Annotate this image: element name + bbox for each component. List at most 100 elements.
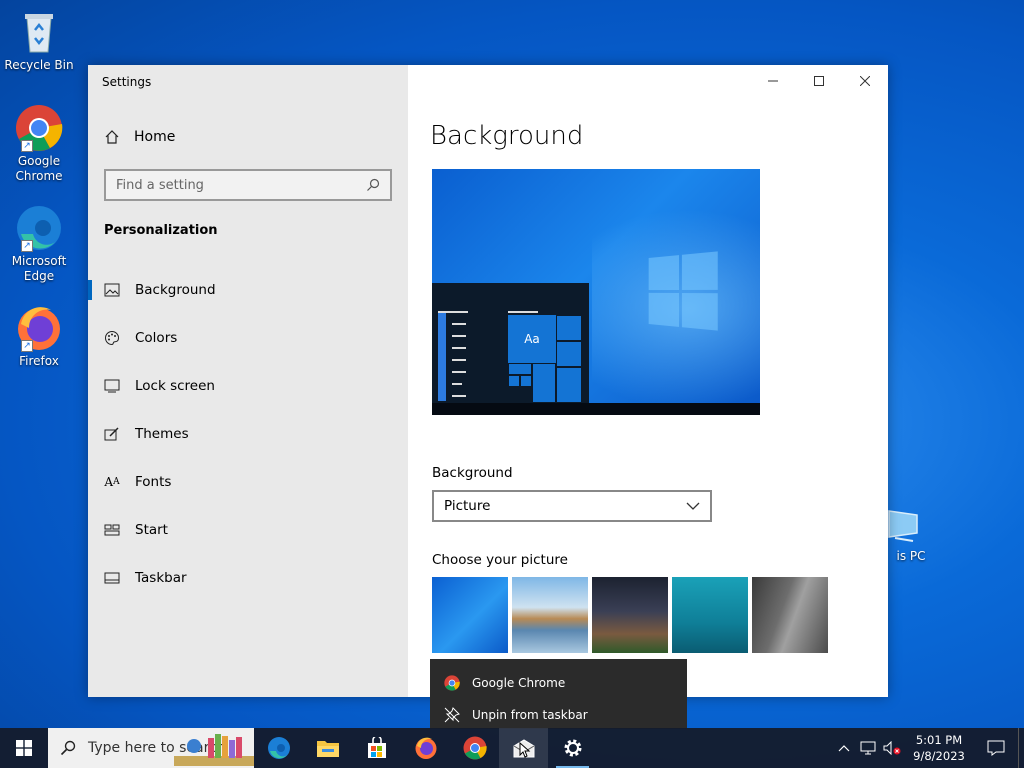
section-title: Personalization: [104, 223, 218, 238]
nav-item-label: Start: [135, 522, 168, 538]
windows-logo-icon: [648, 251, 718, 331]
desktop-icon-label: Firefox: [19, 354, 59, 368]
nav-item-background[interactable]: Background: [88, 266, 408, 314]
clock-date: 9/8/2023: [913, 749, 965, 763]
taskbar-app-file-explorer[interactable]: [303, 728, 352, 768]
show-desktop-button[interactable]: [1018, 728, 1024, 768]
desktop-icon-chrome[interactable]: ↗ Google Chrome: [4, 104, 74, 184]
system-tray: 5:01 PM 9/8/2023: [832, 728, 1024, 768]
minimize-button[interactable]: [750, 65, 796, 97]
find-setting-placeholder: Find a setting: [116, 177, 204, 193]
chrome-icon: [463, 736, 487, 760]
desktop-icon-edge[interactable]: ↗ Microsoft Edge: [4, 204, 74, 284]
taskbar-jump-list: Google Chrome Unpin from taskbar: [430, 659, 687, 729]
start-button[interactable]: [0, 728, 48, 768]
nav-item-label: Background: [135, 282, 216, 298]
search-highlight-books-icon: [174, 732, 254, 766]
desktop-icon-label: Microsoft Edge: [11, 254, 67, 283]
choose-picture-label: Choose your picture: [432, 552, 568, 568]
shortcut-arrow-icon: ↗: [21, 140, 33, 152]
nav-item-label: Fonts: [135, 474, 172, 490]
taskbar-icon: [104, 570, 120, 586]
notifications-button[interactable]: [974, 740, 1018, 756]
fonts-icon: AA: [104, 475, 120, 489]
picture-thumbnail[interactable]: [432, 577, 508, 653]
close-icon: [860, 76, 870, 86]
background-preview: Aa: [432, 169, 760, 415]
background-type-dropdown[interactable]: Picture: [432, 490, 712, 522]
edge-icon: ↗: [15, 204, 63, 252]
taskbar-app-edge[interactable]: [254, 728, 303, 768]
nav-item-fonts[interactable]: AA Fonts: [88, 458, 408, 506]
taskbar-app-chrome[interactable]: [450, 728, 499, 768]
firefox-icon: [415, 737, 436, 759]
taskbar-app-mail[interactable]: [499, 728, 548, 768]
chrome-icon: ↗: [15, 104, 63, 152]
nav-item-start[interactable]: Start: [88, 506, 408, 554]
computer-icon: [883, 505, 923, 545]
jump-list-item-label: Google Chrome: [472, 676, 566, 690]
search-icon: [60, 740, 76, 756]
picture-thumbnail[interactable]: [752, 577, 828, 653]
picture-icon: [104, 282, 120, 298]
jump-list-item-unpin[interactable]: Unpin from taskbar: [430, 699, 687, 731]
preview-tile-text: Aa: [508, 315, 556, 363]
show-hidden-icons-button[interactable]: [832, 744, 856, 752]
desktop-icon-recycle-bin[interactable]: Recycle Bin: [4, 8, 74, 73]
unpin-icon: [444, 707, 460, 723]
find-setting-input[interactable]: Find a setting: [104, 169, 392, 201]
clock-time: 5:01 PM: [915, 733, 963, 747]
themes-icon: [104, 426, 120, 442]
background-type-value: Picture: [444, 498, 491, 514]
jump-list-item-label: Unpin from taskbar: [472, 708, 588, 722]
lock-screen-icon: [104, 378, 120, 394]
volume-muted-icon: [883, 741, 901, 755]
preview-start-menu: Aa: [432, 283, 589, 407]
nav-item-colors[interactable]: Colors: [88, 314, 408, 362]
edge-icon: [267, 737, 290, 759]
notification-icon: [987, 740, 1005, 756]
picture-thumbnail[interactable]: [512, 577, 588, 653]
store-icon: [367, 737, 386, 758]
chrome-icon: [444, 675, 460, 691]
network-button[interactable]: [856, 741, 880, 755]
shortcut-arrow-icon: ↗: [21, 240, 33, 252]
nav-item-themes[interactable]: Themes: [88, 410, 408, 458]
maximize-button[interactable]: [796, 65, 842, 97]
taskbar-app-settings[interactable]: [548, 728, 597, 768]
firefox-icon: ↗: [15, 304, 63, 352]
nav-item-label: Colors: [135, 330, 178, 346]
volume-button[interactable]: [880, 741, 904, 755]
desktop-icon-firefox[interactable]: ↗ Firefox: [4, 304, 74, 369]
taskbar: Type here to search 5:01 PM 9/8/2023: [0, 728, 1024, 768]
background-label: Background: [432, 465, 513, 481]
maximize-icon: [814, 76, 824, 86]
search-icon: [367, 178, 380, 191]
jump-list-item-open-chrome[interactable]: Google Chrome: [430, 667, 687, 699]
nav-item-label: Taskbar: [135, 570, 187, 586]
folder-icon: [316, 741, 339, 757]
settings-window: Settings Home Find a setting Personaliza…: [88, 65, 888, 697]
taskbar-app-store[interactable]: [352, 728, 401, 768]
home-link[interactable]: Home: [104, 129, 175, 145]
picture-thumbnails: [432, 577, 828, 653]
taskbar-app-firefox[interactable]: [401, 728, 450, 768]
page-title: Background: [430, 121, 584, 151]
chevron-down-icon: [686, 502, 700, 510]
taskbar-clock[interactable]: 5:01 PM 9/8/2023: [904, 732, 974, 764]
nav-item-label: Lock screen: [135, 378, 215, 394]
shortcut-arrow-icon: ↗: [21, 340, 33, 352]
network-icon: [860, 741, 876, 755]
palette-icon: [104, 330, 120, 346]
desktop-icon-label: Recycle Bin: [4, 58, 74, 72]
desktop-icon-label: Google Chrome: [15, 154, 63, 183]
picture-thumbnail[interactable]: [672, 577, 748, 653]
picture-thumbnail[interactable]: [592, 577, 668, 653]
start-icon: [104, 522, 120, 538]
nav-item-label: Themes: [135, 426, 189, 442]
nav-item-taskbar[interactable]: Taskbar: [88, 554, 408, 602]
nav-item-lock-screen[interactable]: Lock screen: [88, 362, 408, 410]
settings-sidebar: Settings Home Find a setting Personaliza…: [88, 65, 408, 697]
close-button[interactable]: [842, 65, 888, 97]
taskbar-search-box[interactable]: Type here to search: [48, 728, 254, 768]
